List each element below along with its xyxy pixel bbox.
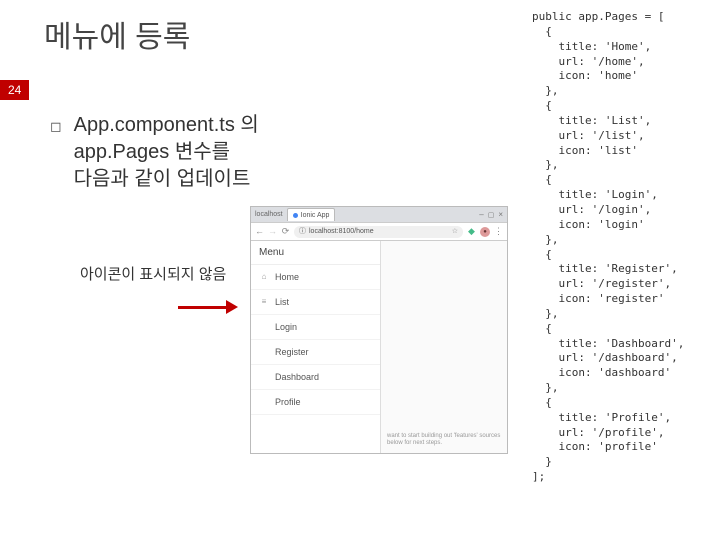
browser-address-bar: ← → ⟳ ⓘ localhost:8100/home ☆ ◆ ● ⋮ <box>251 223 507 241</box>
placeholder-icon <box>259 397 269 407</box>
menu-dots-icon[interactable]: ⋮ <box>494 227 503 236</box>
arrow-head-icon <box>226 300 238 314</box>
star-icon[interactable]: ☆ <box>452 226 458 238</box>
placeholder-icon <box>259 347 269 357</box>
info-icon: ⓘ <box>299 226 306 238</box>
app-content: want to start building out 'features' so… <box>381 241 507 453</box>
extension-icon[interactable]: ◆ <box>467 227 476 236</box>
app-viewport: Menu ⌂ Home ≡ List Login Register Dashbo… <box>251 241 507 453</box>
bullet-line-3: 다음과 같이 업데이트 <box>74 168 251 190</box>
menu-item-profile[interactable]: Profile <box>251 390 380 415</box>
menu-header: Menu <box>251 241 380 265</box>
menu-item-list[interactable]: ≡ List <box>251 290 380 315</box>
bullet-line-1: App.component.ts 의 <box>74 114 259 136</box>
back-icon[interactable]: ← <box>255 227 264 236</box>
menu-item-login[interactable]: Login <box>251 315 380 340</box>
placeholder-icon <box>259 372 269 382</box>
menu-item-register[interactable]: Register <box>251 340 380 365</box>
bullet-item: ◻ App.component.ts 의 app.Pages 변수를 다음과 같… <box>50 112 390 193</box>
menu-label: Profile <box>275 397 301 407</box>
bullet-square-icon: ◻ <box>50 118 62 135</box>
page-number-badge: 24 <box>0 80 29 100</box>
forward-icon[interactable]: → <box>268 227 277 236</box>
tab-label: Ionic App <box>301 212 330 219</box>
menu-label: Home <box>275 272 299 282</box>
menu-label: Dashboard <box>275 372 319 382</box>
code-snippet: public app.Pages = [ { title: 'Home', ur… <box>532 10 710 485</box>
bullet-text: App.component.ts 의 app.Pages 변수를 다음과 같이 … <box>74 112 259 193</box>
url-text: localhost:8100/home <box>309 226 374 238</box>
home-icon: ⌂ <box>259 272 269 282</box>
close-icon[interactable]: × <box>498 210 503 219</box>
browser-screenshot: localhost Ionic App – ▢ × ← → ⟳ ⓘ localh… <box>250 206 508 454</box>
url-input[interactable]: ⓘ localhost:8100/home ☆ <box>294 226 463 238</box>
favicon-icon <box>293 213 298 218</box>
content-hint: want to start building out 'features' so… <box>387 433 501 447</box>
arrow-line <box>178 306 228 309</box>
avatar[interactable]: ● <box>480 227 490 237</box>
minimize-icon[interactable]: – <box>479 210 483 219</box>
side-menu: Menu ⌂ Home ≡ List Login Register Dashbo… <box>251 241 381 453</box>
reload-icon[interactable]: ⟳ <box>281 227 290 236</box>
menu-label: List <box>275 297 289 307</box>
browser-tab[interactable]: Ionic App <box>287 208 336 221</box>
arrow-annotation <box>178 302 240 312</box>
bullet-line-2: app.Pages 변수를 <box>74 141 230 163</box>
list-icon: ≡ <box>259 297 269 307</box>
menu-item-dashboard[interactable]: Dashboard <box>251 365 380 390</box>
menu-item-home[interactable]: ⌂ Home <box>251 265 380 290</box>
maximize-icon[interactable]: ▢ <box>488 211 495 219</box>
menu-label: Login <box>275 322 297 332</box>
menu-label: Register <box>275 347 309 357</box>
placeholder-icon <box>259 322 269 332</box>
window-title: localhost <box>255 211 283 218</box>
browser-tab-bar: localhost Ionic App – ▢ × <box>251 207 507 223</box>
